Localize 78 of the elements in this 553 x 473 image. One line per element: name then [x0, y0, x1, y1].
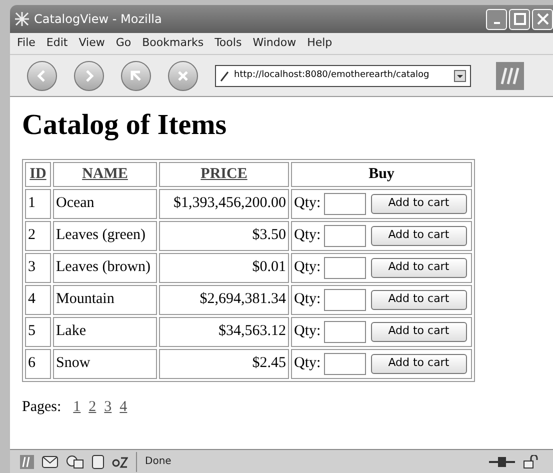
stop-button[interactable] [168, 60, 198, 90]
menu-item[interactable]: Tools [214, 35, 242, 52]
table-cell: 1 [25, 188, 51, 218]
qty-label: Qty: [294, 354, 321, 374]
page-link[interactable]: 1 [73, 396, 81, 418]
chat-icon[interactable] [66, 454, 84, 468]
table-cell: 2 [25, 220, 51, 250]
column-header[interactable]: PRICE [159, 162, 289, 186]
menu-item[interactable]: Bookmarks [142, 35, 204, 52]
page-heading: Catalog of Items [22, 108, 228, 143]
add-to-cart-button[interactable]: Add to cart [370, 290, 467, 310]
table-cell: $0.01 [159, 252, 289, 282]
column-header: Buy [291, 162, 472, 186]
menu-item[interactable]: Go [116, 35, 132, 52]
status-text: Done [145, 455, 172, 469]
qty-label: Qty: [294, 226, 321, 246]
add-to-cart-button[interactable]: Add to cart [370, 194, 467, 214]
page-link[interactable]: 3 [104, 396, 112, 418]
menu-item[interactable]: View [78, 35, 105, 52]
connection-plug-icon [489, 456, 515, 468]
throbber-logo-icon [496, 62, 524, 90]
minimize-button[interactable] [486, 8, 507, 30]
forward-button[interactable] [74, 60, 104, 90]
table-cell: Mountain [53, 284, 157, 314]
page-link[interactable]: 2 [88, 396, 96, 418]
table-cell: Leaves (green) [53, 220, 157, 250]
qty-field[interactable] [324, 192, 366, 214]
menu-item[interactable]: Edit [46, 35, 68, 52]
table-cell: Leaves (brown) [53, 252, 157, 282]
table-cell: 5 [25, 316, 51, 346]
qty-label: Qty: [294, 290, 321, 310]
address-field[interactable]: http://localhost:8080/emotherearth/catalog [215, 64, 471, 86]
table-cell: 3 [25, 252, 51, 282]
app-icon [15, 12, 29, 26]
menu-item[interactable]: Window [252, 35, 296, 52]
maximize-button[interactable] [509, 8, 530, 30]
qty-field[interactable] [324, 320, 366, 342]
table-cell: $2.45 [159, 348, 289, 378]
qty-field[interactable] [324, 288, 366, 310]
qty-field[interactable] [324, 256, 366, 278]
qty-field[interactable] [324, 224, 366, 246]
menu-item[interactable]: Help [307, 35, 332, 52]
qty-label: Qty: [294, 322, 321, 342]
maximize-icon [514, 13, 526, 25]
table-cell: $1,393,456,200.00 [159, 188, 289, 218]
table-cell: $2,694,381.34 [159, 284, 289, 314]
table-cell: 6 [25, 348, 51, 378]
column-header[interactable]: NAME [53, 162, 157, 186]
menu-item[interactable]: File [17, 35, 36, 52]
reload-button[interactable] [121, 60, 151, 90]
table-cell: $3.50 [159, 220, 289, 250]
dropdown-icon[interactable] [454, 70, 466, 82]
table-cell: Ocean [53, 188, 157, 218]
page-link[interactable]: 4 [120, 396, 128, 418]
qty-label: Qty: [294, 194, 321, 214]
qty-field[interactable] [324, 352, 366, 374]
window-title: CatalogView - Mozilla [34, 11, 163, 28]
table-cell: Lake [53, 316, 157, 346]
close-icon [536, 13, 548, 25]
mail-icon[interactable] [42, 456, 58, 468]
table-cell: $34,563.12 [159, 316, 289, 346]
add-to-cart-button[interactable]: Add to cart [370, 226, 467, 246]
reload-icon [129, 68, 143, 82]
close-button[interactable] [532, 8, 553, 30]
add-to-cart-button[interactable]: Add to cart [370, 258, 467, 278]
add-to-cart-button[interactable]: Add to cart [370, 322, 467, 342]
column-header[interactable]: ID [25, 162, 51, 186]
notebook-icon[interactable] [92, 454, 104, 468]
table-cell: 4 [25, 284, 51, 314]
qty-label: Qty: [294, 258, 321, 278]
pages-label: Pages: [22, 398, 62, 416]
back-button[interactable] [27, 60, 57, 90]
table-cell: Snow [53, 348, 157, 378]
logo-icon[interactable] [20, 454, 34, 468]
minimize-icon [494, 22, 500, 24]
stop-icon [176, 68, 190, 82]
padlock-icon [523, 454, 539, 468]
add-to-cart-button[interactable]: Add to cart [370, 354, 467, 374]
